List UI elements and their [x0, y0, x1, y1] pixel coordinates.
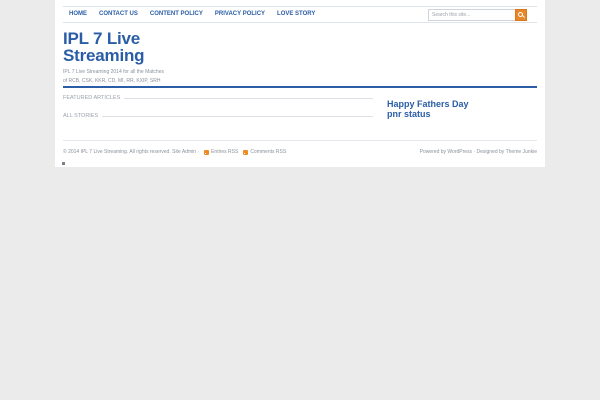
all-stories-rule — [63, 116, 373, 117]
comments-rss-link[interactable]: Comments RSS — [250, 149, 286, 155]
nav-item-contact-us[interactable]: CONTACT US — [93, 7, 144, 22]
sidebar-link-pnr-status[interactable]: pnr status — [387, 109, 527, 119]
footer-credits: Powered by WordPress · Designed by Theme… — [419, 149, 537, 155]
footer-copyright: © 2014 IPL 7 Live Streaming. All rights … — [63, 148, 286, 156]
copyright-text: © 2014 IPL 7 Live Streaming. All rights … — [63, 149, 200, 155]
nav-menu: HOME CONTACT US CONTENT POLICY PRIVACY P… — [63, 7, 321, 22]
site-description-line-1: IPL 7 Live Streaming 2014 for all the Ma… — [63, 69, 164, 75]
scroll-to-top-icon[interactable] — [62, 162, 65, 165]
site-description-line-2: of RCB, CSK, KKR, CD, MI, RR, KXIP, SRH — [63, 78, 161, 84]
sidebar-widget: Happy Fathers Day pnr status — [387, 99, 527, 119]
all-stories-heading: ALL STORIES — [63, 112, 373, 120]
page-container: HOME CONTACT US CONTENT POLICY PRIVACY P… — [55, 0, 545, 167]
sidebar-link-happy-fathers-day[interactable]: Happy Fathers Day — [387, 99, 527, 109]
featured-articles-heading: FEATURED ARTICLES — [63, 94, 373, 102]
nav-item-love-story[interactable]: LOVE STORY — [271, 7, 321, 22]
main-navigation: HOME CONTACT US CONTENT POLICY PRIVACY P… — [63, 6, 537, 23]
nav-item-privacy-policy[interactable]: PRIVACY POLICY — [209, 7, 271, 22]
site-title-line-1: IPL 7 Live — [63, 29, 141, 48]
nav-item-content-policy[interactable]: CONTENT POLICY — [144, 7, 209, 22]
search-icon[interactable] — [515, 9, 527, 21]
rss-icon — [204, 149, 210, 155]
rss-icon — [243, 149, 249, 155]
search-box: Search this site... — [428, 9, 527, 21]
nav-item-home[interactable]: HOME — [63, 7, 93, 22]
featured-articles-label: FEATURED ARTICLES — [63, 94, 125, 102]
header-divider — [63, 86, 537, 88]
search-input[interactable]: Search this site... — [432, 10, 512, 20]
all-stories-label: ALL STORIES — [63, 112, 103, 120]
site-description: IPL 7 Live Streaming 2014 for all the Ma… — [63, 68, 181, 86]
site-title[interactable]: IPL 7 Live Streaming — [63, 30, 173, 64]
footer-divider — [63, 140, 537, 141]
site-title-line-2: Streaming — [63, 46, 145, 65]
entries-rss-link[interactable]: Entries RSS — [211, 149, 238, 155]
